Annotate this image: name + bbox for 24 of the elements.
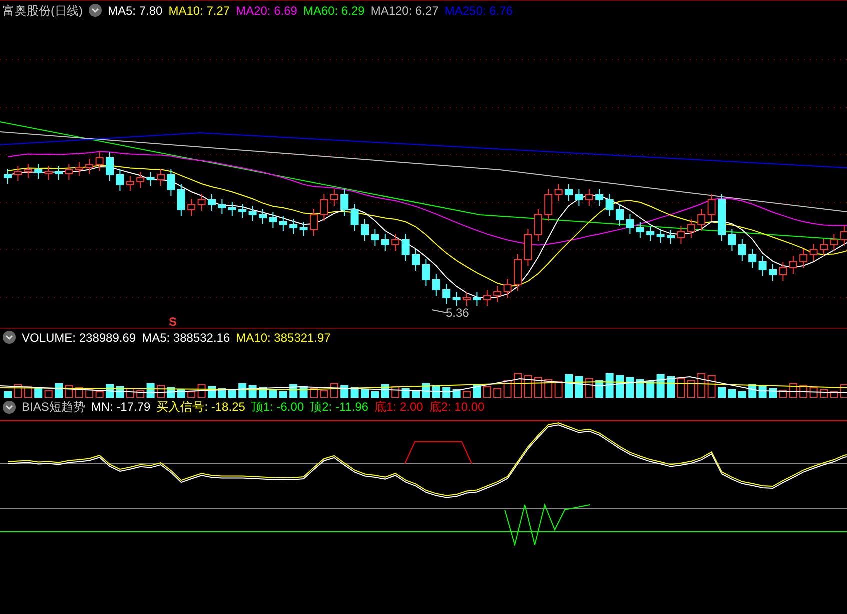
signal-line [404, 442, 472, 464]
indicator-value: VOLUME: 238989.69 [22, 330, 136, 346]
indicator-value: 底1: 2.00 [374, 399, 424, 416]
dropdown-icon[interactable] [89, 4, 102, 17]
indicator-title: BIAS短趋势 [22, 399, 86, 416]
low-price-label: 5.36 [446, 306, 470, 320]
indicator-value: MN: -17.79 [91, 399, 151, 416]
indicator-value: MA120: 6.27 [370, 2, 439, 20]
indicator-value: 买入信号: -18.25 [156, 399, 246, 416]
indicator-value: MA10: 7.27 [168, 2, 230, 20]
indicator-value: MA5: 7.80 [108, 2, 163, 20]
dropdown-icon[interactable] [3, 400, 16, 414]
indicator-value: MA60: 6.29 [303, 2, 365, 20]
dropdown-icon[interactable] [3, 331, 16, 344]
indicator-value: 顶1: -6.00 [251, 399, 304, 416]
indicator-value: MA10: 385321.97 [236, 330, 331, 346]
indicator-value: 底2: 10.00 [429, 399, 485, 416]
stock-title: 富奥股份(日线) [3, 2, 83, 20]
leader-line [432, 310, 448, 314]
indicator-value: 顶2: -11.96 [310, 399, 369, 416]
signal-mark: S [169, 315, 178, 328]
indicator-value: MA250: 6.76 [444, 2, 513, 20]
indicator-value: MA5: 388532.16 [142, 330, 230, 346]
indicator-value: MA20: 6.69 [236, 2, 298, 20]
